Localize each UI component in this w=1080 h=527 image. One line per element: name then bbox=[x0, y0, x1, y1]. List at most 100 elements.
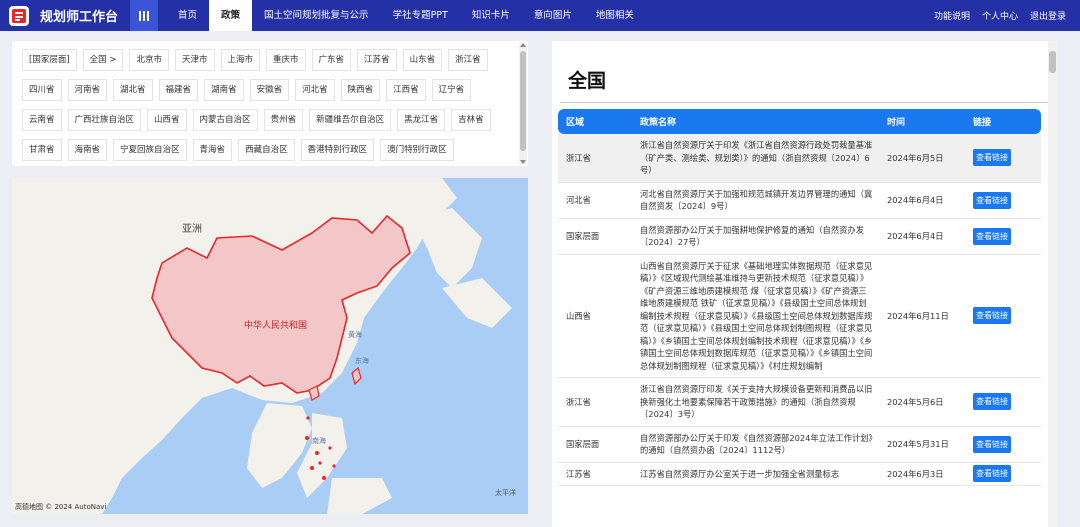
nav-knowledge-cards[interactable]: 知识卡片 bbox=[460, 0, 522, 31]
profile-link[interactable]: 个人中心 bbox=[982, 9, 1018, 22]
nav-policy[interactable]: 政策 bbox=[209, 0, 253, 31]
row-policy-name: 山西省自然资源厅关于征求《基础地理实体数据规范（征求意见稿）》《区域现代测绘基准… bbox=[640, 260, 873, 371]
nav-images[interactable]: 意向图片 bbox=[522, 0, 584, 31]
region-tag[interactable]: 四川省 bbox=[22, 79, 62, 101]
region-tag[interactable]: 贵州省 bbox=[263, 109, 304, 131]
row-policy-name: 江苏省自然资源厅办公室关于进一步加强全省测量标志 bbox=[640, 468, 840, 479]
scroll-up-icon[interactable] bbox=[520, 43, 526, 47]
region-tag[interactable]: 湖北省 bbox=[113, 79, 153, 101]
region-tag[interactable]: 吉林省 bbox=[451, 109, 491, 131]
scrollbar-thumb[interactable] bbox=[520, 51, 526, 151]
row-region: 浙江省 bbox=[566, 152, 591, 163]
region-tag[interactable]: 新疆维吾尔自治区 bbox=[309, 109, 392, 131]
row-policy-name: 浙江省自然资源厅关于印发《浙江省自然资源行政处罚裁量基准（矿产类、测绘类、规划类… bbox=[640, 140, 873, 175]
row-link-cell: 查看链接 bbox=[973, 149, 1041, 167]
row-region: 河北省 bbox=[566, 195, 591, 205]
grid-icon[interactable] bbox=[130, 0, 159, 31]
region-tag[interactable]: 青海省 bbox=[192, 139, 233, 161]
region-tag[interactable]: 全国 > bbox=[82, 49, 124, 71]
map-label-south-sea: 南海 bbox=[312, 437, 326, 445]
table-row: 国家层面 自然资源部办公厅关于印发《自然资源部2024年立法工作计划》的通知（自然… bbox=[558, 427, 1041, 463]
table-body: 浙江省 浙江省自然资源厅关于印发《浙江省自然资源行政处罚裁量基准（矿产类、测绘类、… bbox=[558, 134, 1041, 486]
table-row: 山西省 山西省自然资源厅关于征求《基础地理实体数据规范（征求意见稿）》《区域现代测… bbox=[558, 255, 1041, 378]
map-label-pacific: 太平洋 bbox=[495, 489, 516, 497]
row-link-cell: 查看链接 bbox=[973, 307, 1041, 325]
map-canvas[interactable] bbox=[12, 178, 528, 514]
row-link-cell: 查看链接 bbox=[973, 393, 1041, 411]
column-header-region: 区域 bbox=[566, 118, 585, 128]
region-tag[interactable]: [国家层面] bbox=[22, 49, 77, 71]
row-region: 国家层面 bbox=[566, 439, 600, 449]
region-tag[interactable]: 江苏省 bbox=[357, 49, 397, 71]
row-link-cell: 查看链接 bbox=[973, 435, 1041, 453]
region-tag[interactable]: 香港特别行政区 bbox=[300, 139, 375, 161]
row-link-cell: 查看链接 bbox=[973, 191, 1041, 209]
policy-table: 区域 政策名称 时间 链接 浙江省 浙江省自然资源厅关于印发《浙江省自然资源行政处… bbox=[558, 109, 1041, 486]
region-tag[interactable]: 北京市 bbox=[129, 49, 169, 71]
map-label-east-sea: 东海 bbox=[355, 357, 369, 365]
region-tag[interactable]: 上海市 bbox=[220, 49, 261, 71]
region-tag[interactable]: 河北省 bbox=[295, 79, 335, 101]
view-link-button[interactable]: 查看链接 bbox=[973, 227, 1011, 245]
main-nav: 首页 政策 国土空间规划批复与公示 学社专题PPT 知识卡片 意向图片 地图相关 bbox=[166, 0, 646, 31]
region-tag[interactable]: 内蒙古自治区 bbox=[192, 109, 258, 131]
region-tag[interactable]: 云南省 bbox=[22, 109, 62, 131]
region-tag[interactable]: 山东省 bbox=[402, 49, 443, 71]
map-label-china: 中华人民共和国 bbox=[244, 321, 308, 331]
row-link-cell: 查看链接 bbox=[973, 227, 1041, 245]
view-link-button[interactable]: 查看链接 bbox=[973, 393, 1011, 411]
row-region: 江苏省 bbox=[566, 468, 591, 479]
view-link-button[interactable]: 查看链接 bbox=[973, 465, 1011, 483]
table-row: 浙江省 浙江省自然资源厅印发《关于支持大规模设备更新和消费品以旧换新强化土地要素保… bbox=[558, 378, 1041, 427]
region-scrollbar[interactable] bbox=[519, 43, 527, 164]
region-tag[interactable]: 浙江省 bbox=[448, 49, 488, 71]
region-tag[interactable]: 河南省 bbox=[67, 79, 108, 101]
nav-planning-approval[interactable]: 国土空间规划批复与公示 bbox=[252, 0, 381, 31]
row-date: 2024年6月4日 bbox=[887, 195, 944, 205]
region-tag[interactable]: 辽宁省 bbox=[431, 79, 472, 101]
region-tag[interactable]: 安徽省 bbox=[249, 79, 290, 101]
region-tag[interactable]: 宁夏回族自治区 bbox=[113, 139, 187, 161]
region-tag[interactable]: 江西省 bbox=[386, 79, 426, 101]
scroll-down-icon[interactable] bbox=[520, 160, 526, 164]
logout-link[interactable]: 退出登录 bbox=[1030, 9, 1066, 22]
row-date: 2024年6月4日 bbox=[887, 231, 944, 241]
map-label-yellow-sea: 黄海 bbox=[348, 331, 362, 339]
view-link-button[interactable]: 查看链接 bbox=[973, 307, 1011, 325]
region-tag[interactable]: 澳门特别行政区 bbox=[380, 139, 454, 161]
scrollbar-thumb[interactable] bbox=[1049, 51, 1056, 73]
region-tag[interactable]: 天津市 bbox=[174, 49, 215, 71]
region-tag[interactable]: 西藏自治区 bbox=[238, 139, 295, 161]
region-panel: [国家层面] 全国 > 北京市 天津市 上海市 重庆市 广东省 江苏省 山东省 浙江省四川省 河南省… bbox=[12, 41, 528, 166]
region-tag[interactable]: 湖南省 bbox=[204, 79, 244, 101]
region-tag[interactable]: 海南省 bbox=[67, 139, 108, 161]
region-tag[interactable]: 陕西省 bbox=[340, 79, 381, 101]
region-tag[interactable]: 山西省 bbox=[147, 109, 187, 131]
row-date: 2024年5月6日 bbox=[887, 396, 944, 407]
region-tag[interactable]: 广东省 bbox=[311, 49, 352, 71]
nav-maps[interactable]: 地图相关 bbox=[584, 0, 646, 31]
region-list: [国家层面] 全国 > 北京市 天津市 上海市 重庆市 广东省 江苏省 山东省 浙江省四川省 河南省… bbox=[12, 41, 517, 166]
map-attribution: 高德地图 © 2024 AutoNavi bbox=[15, 503, 107, 511]
region-tag[interactable]: 黑龙江省 bbox=[397, 109, 446, 131]
row-policy-name: 河北省自然资源厅关于加强和规范城镇开发边界管理的通知（冀自然资发〔2024〕9号… bbox=[640, 188, 873, 212]
policy-region-title: 全国 bbox=[568, 70, 607, 92]
region-tag[interactable]: 甘肃省 bbox=[22, 139, 62, 161]
nav-home[interactable]: 首页 bbox=[166, 0, 209, 31]
nav-ppt[interactable]: 学社专题PPT bbox=[381, 0, 460, 31]
map-label-asia: 亚洲 bbox=[182, 224, 202, 235]
policy-scrollbar[interactable] bbox=[1048, 41, 1057, 527]
region-tag[interactable]: 广西壮族自治区 bbox=[67, 109, 142, 131]
view-link-button[interactable]: 查看链接 bbox=[973, 435, 1011, 453]
view-link-button[interactable]: 查看链接 bbox=[973, 191, 1011, 209]
top-navbar: 规划师工作台 首页 政策 国土空间规划批复与公示 学社专题PPT 知识卡片 意向… bbox=[0, 0, 1080, 31]
row-policy-name: 浙江省自然资源厅印发《关于支持大规模设备更新和消费品以旧换新强化土地要素保障若干… bbox=[640, 384, 873, 419]
app-brand[interactable]: 规划师工作台 bbox=[40, 6, 118, 25]
view-link-button[interactable]: 查看链接 bbox=[973, 149, 1011, 167]
help-link[interactable]: 功能说明 bbox=[934, 9, 970, 22]
region-tag[interactable]: 重庆市 bbox=[266, 49, 306, 71]
row-link-cell: 查看链接 bbox=[973, 465, 1041, 483]
region-tag[interactable]: 福建省 bbox=[158, 79, 199, 101]
table-header: 区域 政策名称 时间 链接 bbox=[558, 109, 1041, 134]
china-map[interactable]: 亚洲 中华人民共和国 黄海 东海 南海 太平洋 高德地图 © 2024 Auto… bbox=[12, 178, 528, 514]
